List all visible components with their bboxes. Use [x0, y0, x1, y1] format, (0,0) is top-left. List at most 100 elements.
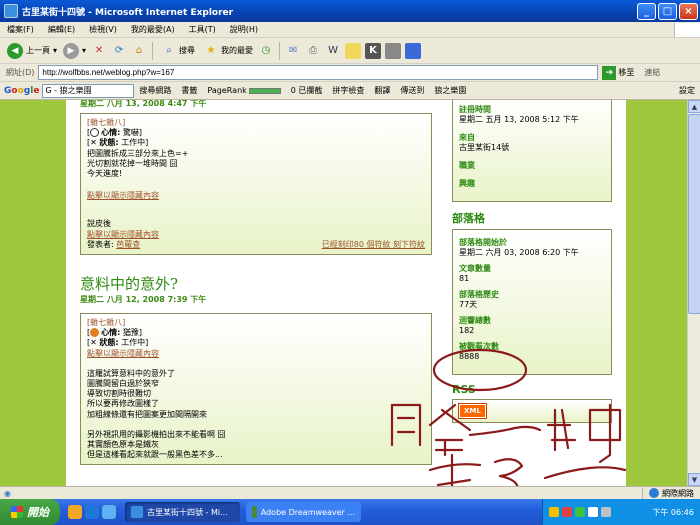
favorites-button[interactable]: ★ 我的最愛 [198, 40, 256, 62]
scroll-thumb[interactable] [688, 114, 700, 314]
menu-tools[interactable]: 工具(T) [182, 24, 223, 35]
pagerank-bar [248, 87, 281, 94]
show-hidden-link[interactable]: 點擊以顯示隱藏內容 [87, 349, 425, 359]
tray-icon[interactable] [588, 507, 598, 517]
blog-info-label: 部落格歷史 [459, 290, 499, 299]
tray-icon[interactable] [575, 507, 585, 517]
scroll-up-icon[interactable]: ▲ [688, 100, 700, 113]
mood-line: [心情: 驚嚇] [87, 128, 142, 138]
rss-box: XML [452, 399, 612, 423]
menu-edit[interactable]: 編輯(E) [41, 24, 82, 35]
post-category[interactable]: [雜七雜八] [87, 318, 425, 328]
mood-icon [90, 328, 100, 338]
spellcheck-button[interactable]: 拼字檢查 [327, 85, 369, 96]
menu-bar: 檔案(F) 編輯(E) 檢視(V) 我的最愛(A) 工具(T) 說明(H) [0, 22, 700, 38]
search-icon: ⌕ [166, 45, 172, 56]
ie-icon[interactable] [85, 505, 99, 519]
view-count-value: 8888 [459, 352, 480, 361]
profile-label: 來自 [459, 133, 475, 142]
show-hidden-link[interactable]: 點擊以顯示隱藏內容 [87, 191, 425, 201]
home-icon[interactable]: ⌂ [131, 43, 147, 59]
poster-link[interactable]: 芭蘿查 [116, 240, 140, 249]
taskbar: 開始 古里某街十四號 - Mi... Adobe Dreamweaver ...… [0, 499, 700, 525]
post-text: 所以要再修改圖樣了 [87, 399, 159, 409]
translate-button[interactable]: 翻譯 [369, 85, 395, 96]
post-footer: 發表者: 芭蘿查 已經刻印80 個符紋 刻下符紋 [87, 239, 425, 250]
volume-icon[interactable] [601, 507, 611, 517]
menu-help[interactable]: 說明(H) [223, 24, 265, 35]
window-title: 古里某街十四號 - Microsoft Internet Explorer [22, 7, 234, 18]
search-button[interactable]: ⌕ 搜尋 [156, 40, 198, 62]
back-button[interactable]: ◀ 上一頁 ▾ [4, 40, 60, 62]
mail-icon[interactable]: ✉ [285, 43, 301, 59]
taskbar-item-dreamweaver[interactable]: Adobe Dreamweaver ... [246, 502, 361, 522]
post-title[interactable]: 意料中的意外? [80, 273, 432, 294]
quick-launch [68, 505, 119, 519]
profile-box: 註冊時間 星期二 五月 13, 2008 5:12 下午 來自 古里某街14號 … [452, 100, 612, 202]
post-text: 光切割就花掉一堆時間 囧 [87, 158, 178, 168]
settings-button[interactable]: 設定 [674, 85, 700, 96]
google-search-web-button[interactable]: 搜尋網路 [134, 85, 176, 96]
links-button[interactable]: 連結 [644, 67, 660, 78]
post-box-1: [雜七雜八] [心情: 驚嚇] [✕ 狀態: 工作中] 把圖騰拆成三部分來上色=… [80, 113, 432, 256]
popup-blocked-button[interactable]: 0 已攔截 [286, 85, 328, 96]
google-toolbar: Google G - 狼之樂園 搜尋網路 書籤 PageRank 0 已攔截 拼… [0, 82, 700, 100]
standard-toolbar: ◀ 上一頁 ▾ ▶ ▾ ✕ ⟳ ⌂ ⌕ 搜尋 ★ 我的最愛 ◷ ✉ ⎙ W K [0, 38, 700, 64]
post-text: 導致切割時很難切 [87, 389, 151, 399]
minimize-button[interactable]: _ [637, 2, 656, 20]
wolf-garden-button[interactable]: 狼之樂園 [429, 85, 471, 96]
post-text: 把圖騰拆成三部分來上色=+ [87, 148, 189, 158]
tray-icon[interactable] [562, 507, 572, 517]
blog-heading: 部落格 [452, 212, 485, 225]
refresh-icon[interactable]: ⟳ [111, 43, 127, 59]
app-icon[interactable] [68, 505, 82, 519]
send-to-button[interactable]: 傳送到 [395, 85, 429, 96]
blog-info-label: 部落格開始於 [459, 238, 507, 247]
post-category[interactable]: [雜七雜八] [87, 118, 425, 128]
vertical-scrollbar[interactable]: ▲ ▼ [687, 100, 700, 486]
forward-button[interactable]: ▶ ▾ [60, 40, 89, 62]
google-search-input[interactable]: G - 狼之樂園 [42, 83, 135, 98]
k-icon[interactable]: K [365, 42, 382, 59]
blog-main-column: 星期二 八月 13, 2008 4:47 下午 [雜七雜八] [心情: 驚嚇] … [80, 100, 432, 466]
post-text: 圖騰間留白過於狹窄 [87, 379, 159, 389]
profile-value: 古里某街14號 [459, 143, 510, 152]
rune-link[interactable]: 已經刻印80 個符紋 刻下符紋 [322, 240, 425, 250]
media-icon[interactable] [385, 42, 402, 59]
blog-info-value: 星期二 六月 03, 2008 6:20 下午 [459, 248, 579, 257]
history-icon[interactable]: ◷ [258, 43, 274, 59]
edit-icon[interactable]: W [325, 43, 341, 59]
scroll-down-icon[interactable]: ▼ [688, 473, 700, 486]
post-meta: 星期二 八月 12, 2008 7:39 下午 [80, 295, 207, 305]
stop-icon[interactable]: ✕ [91, 43, 107, 59]
menu-file[interactable]: 檔案(F) [0, 24, 41, 35]
menu-view[interactable]: 檢視(V) [82, 24, 124, 35]
show-hidden-link[interactable]: 點擊以顯示隱藏內容 [87, 230, 425, 240]
print-icon[interactable]: ⎙ [305, 43, 321, 59]
menu-favorites[interactable]: 我的最愛(A) [124, 24, 182, 35]
go-button[interactable]: ➔ 移至 [602, 65, 634, 80]
taskbar-item-ie[interactable]: 古里某街十四號 - Mi... [125, 502, 240, 522]
address-input[interactable]: http://wolfbbs.net/weblog.php?w=167 [38, 65, 599, 80]
blog-info-label: 迴響總數 [459, 316, 491, 325]
mood-icon [90, 128, 100, 138]
system-tray: 下午 06:46 [542, 499, 700, 525]
google-logo: Google [4, 85, 40, 96]
post-text: 今天進度! [87, 169, 123, 179]
windows-flag-icon [11, 506, 23, 518]
xml-feed-badge[interactable]: XML [458, 403, 487, 419]
tray-icon[interactable] [549, 507, 559, 517]
post-meta: 星期二 八月 13, 2008 4:47 下午 [80, 100, 207, 108]
bookmarks-button[interactable]: 書籤 [176, 85, 202, 96]
post-text: 說皮後 [87, 219, 111, 229]
messenger-icon[interactable] [405, 42, 422, 59]
clock: 下午 06:46 [652, 507, 694, 517]
post-text: 這羅試算意料中的意外了 [87, 368, 175, 378]
start-button[interactable]: 開始 [0, 499, 60, 525]
close-button[interactable]: × [679, 2, 698, 20]
windows-logo-icon [674, 22, 700, 37]
pagerank-indicator: PageRank [202, 86, 285, 95]
notes-icon[interactable] [345, 42, 362, 59]
maximize-button[interactable]: □ [658, 2, 677, 20]
desktop-icon[interactable] [102, 505, 116, 519]
